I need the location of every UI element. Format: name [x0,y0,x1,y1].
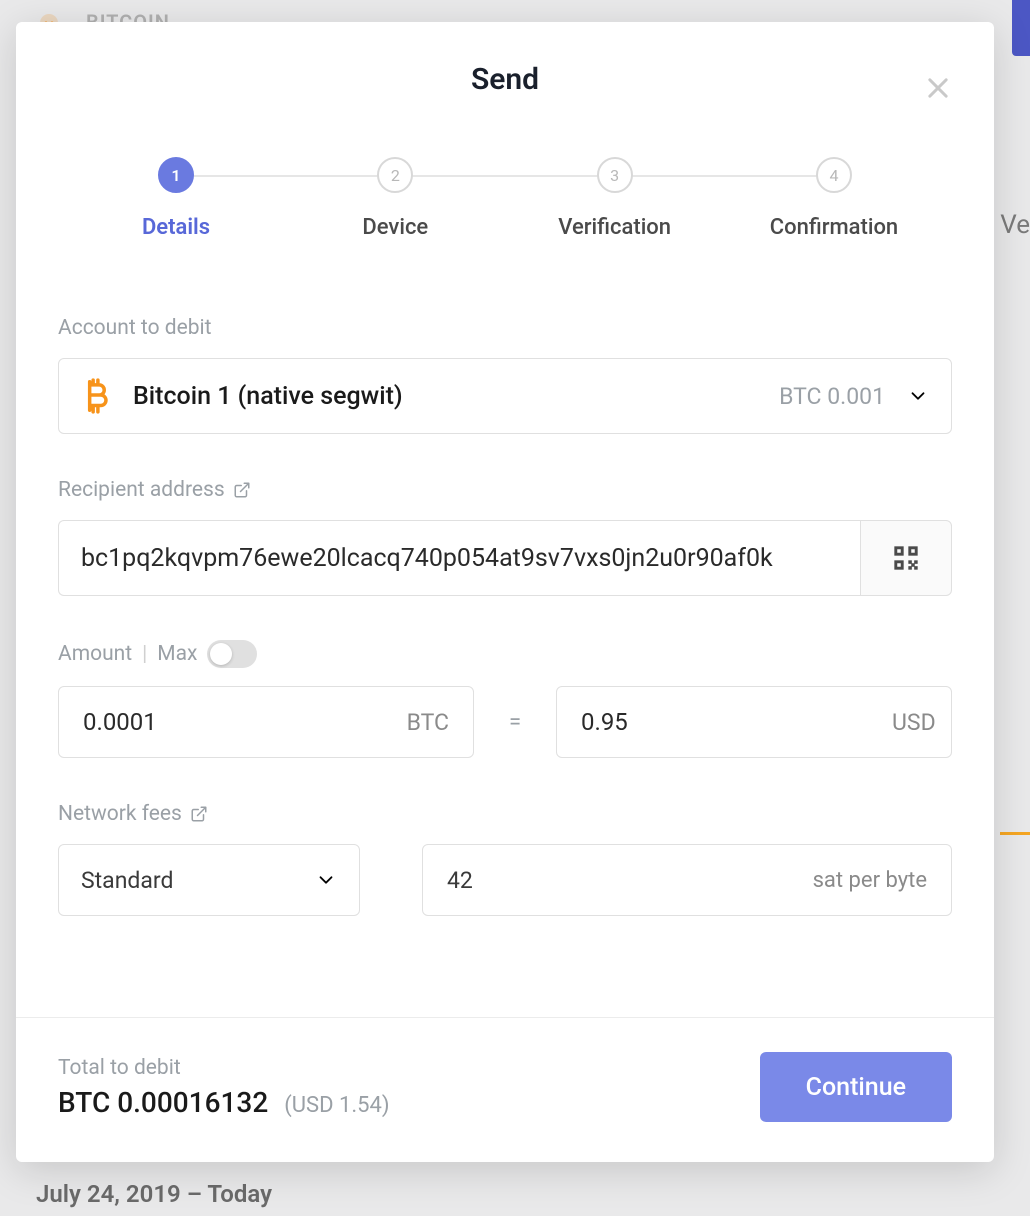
continue-button[interactable]: Continue [760,1052,952,1122]
total-crypto: BTC 0.00016132 [58,1086,268,1119]
fees-field: Network fees Standard sat per byte [58,802,952,916]
bitcoin-icon [77,377,115,415]
account-balance: BTC 0.001 [779,383,885,410]
amount-label-row: Amount | Max [58,640,952,668]
account-select[interactable]: Bitcoin 1 (native segwit) BTC 0.001 [58,358,952,434]
total-line: BTC 0.00016132 (USD 1.54) [58,1086,390,1119]
step-label: Details [142,215,210,240]
fees-row: Standard sat per byte [58,844,952,916]
step-label: Verification [558,215,671,240]
bg-orange-bar [1000,832,1030,835]
chevron-down-icon [315,869,337,891]
modal-header: Send [16,22,994,97]
chevron-down-icon [907,385,929,407]
total-block: Total to debit BTC 0.00016132 (USD 1.54) [58,1056,390,1119]
amount-crypto-unit: BTC [407,709,449,736]
fee-tier-select[interactable]: Standard [58,844,360,916]
recipient-label: Recipient address [58,478,952,502]
external-link-icon[interactable] [190,805,208,823]
fee-tier-value: Standard [81,867,315,894]
fee-rate-input[interactable] [447,867,813,894]
step-verification[interactable]: 3 Verification [545,157,685,240]
qr-code-icon [892,544,920,572]
send-modal: Send 1 Details 2 Device 3 Verification 4… [16,22,994,1162]
external-link-icon[interactable] [233,481,251,499]
account-label: Account to debit [58,316,952,340]
fees-label-text: Network fees [58,802,182,826]
amount-row: BTC = USD [58,686,952,758]
amount-field: Amount | Max BTC = USD [58,640,952,758]
total-label: Total to debit [58,1056,390,1080]
account-name: Bitcoin 1 (native segwit) [133,382,779,411]
step-number: 2 [377,157,413,193]
bg-right-text: Ve [1000,210,1030,240]
bg-date-range: July 24, 2019 – Today [36,1180,272,1208]
step-label: Device [362,215,428,240]
step-label: Confirmation [770,215,898,240]
max-label: Max [157,642,197,666]
amount-fiat-box: USD [556,686,952,758]
max-toggle[interactable] [207,640,257,668]
recipient-label-text: Recipient address [58,478,225,502]
step-number: 4 [816,157,852,193]
amount-label: Amount [58,642,132,666]
account-field: Account to debit Bitcoin 1 (native segwi… [58,316,952,434]
fee-rate-unit: sat per byte [813,868,927,893]
modal-title: Send [16,62,994,97]
recipient-row [58,520,952,596]
fees-label: Network fees [58,802,952,826]
recipient-field: Recipient address [58,478,952,596]
amount-fiat-input[interactable] [581,708,892,736]
fee-rate-box: sat per byte [422,844,952,916]
amount-crypto-input[interactable] [83,708,407,736]
amount-crypto-box: BTC [58,686,474,758]
amount-fiat-unit: USD [892,709,936,736]
total-fiat: (USD 1.54) [284,1093,389,1118]
modal-footer: Total to debit BTC 0.00016132 (USD 1.54)… [16,1017,994,1162]
label-divider: | [142,642,147,666]
qr-scan-button[interactable] [860,520,952,596]
step-confirmation[interactable]: 4 Confirmation [764,157,904,240]
stepper-line [176,175,834,177]
modal-body: Account to debit Bitcoin 1 (native segwi… [16,240,994,1017]
stepper: 1 Details 2 Device 3 Verification 4 Conf… [16,97,994,240]
step-details[interactable]: 1 Details [106,157,246,240]
step-number: 1 [158,157,194,193]
bg-purple-corner [1012,0,1030,56]
step-number: 3 [597,157,633,193]
step-device[interactable]: 2 Device [325,157,465,240]
recipient-input[interactable] [81,544,838,573]
recipient-input-wrap [58,520,860,596]
equals-sign: = [474,710,556,735]
